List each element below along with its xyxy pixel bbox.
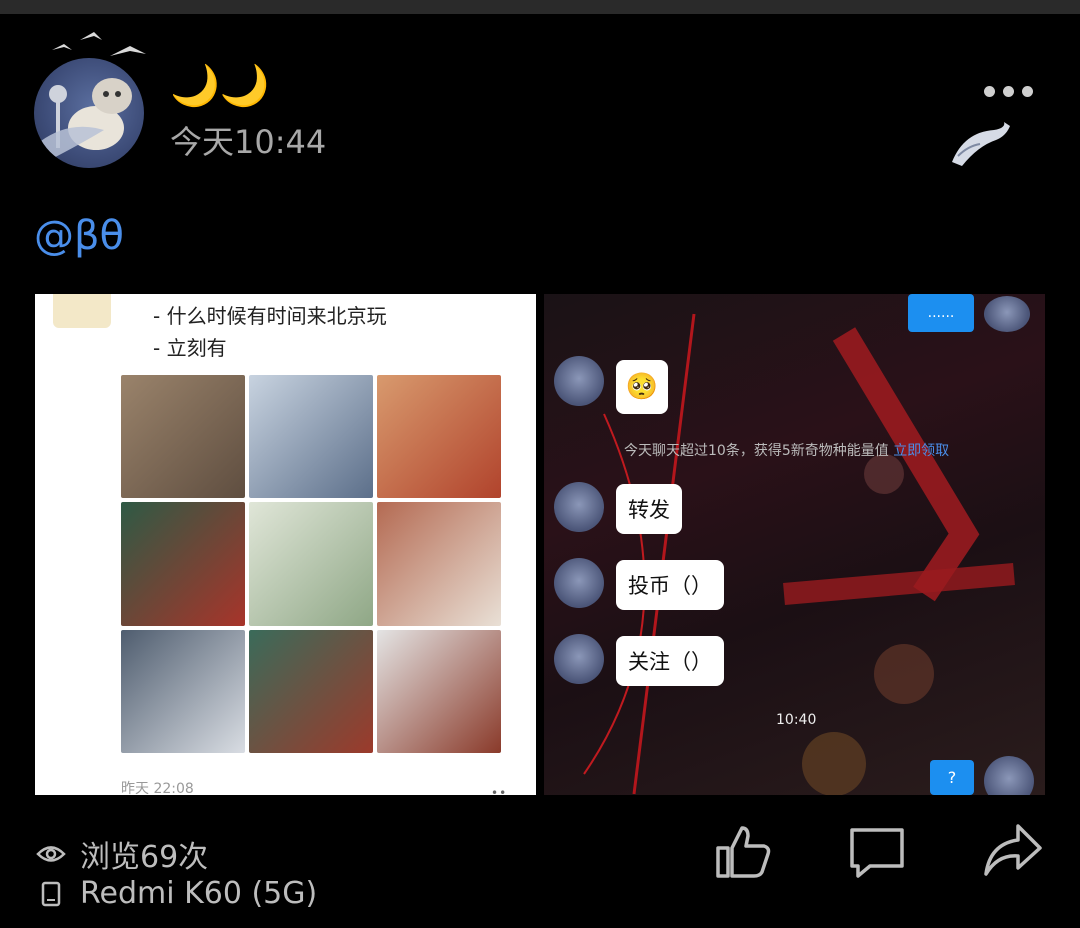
chat-line-1: - 什么时候有时间来北京玩 xyxy=(153,304,387,328)
device-text: Redmi K60 (5G) xyxy=(80,876,318,911)
emoji-bubble[interactable]: 🥺 xyxy=(616,360,668,414)
more-dots-icon: •• xyxy=(491,786,508,795)
photo-1[interactable] xyxy=(121,375,245,499)
chat-avatar-2 xyxy=(554,482,604,532)
post-timestamp: 今天10:44 xyxy=(170,123,327,161)
more-icon[interactable] xyxy=(984,80,1044,102)
photo-3[interactable] xyxy=(377,375,501,499)
coin-bubble[interactable]: 投币（） xyxy=(616,560,724,610)
photo-grid xyxy=(121,375,501,753)
eye-icon xyxy=(36,839,66,869)
comment-icon[interactable] xyxy=(846,820,908,882)
phone-icon xyxy=(36,879,66,909)
chat-avatar-1 xyxy=(554,356,604,406)
mention-link[interactable]: @βθ xyxy=(34,210,124,262)
photo-9[interactable] xyxy=(377,629,501,753)
forward-bubble[interactable]: 转发 xyxy=(616,484,682,534)
view-count-text: 浏览69次 xyxy=(80,840,209,875)
follow-bubble[interactable]: 关注（） xyxy=(616,636,724,686)
photo-4[interactable] xyxy=(121,502,245,626)
photo-7[interactable] xyxy=(121,629,245,753)
photo-5[interactable] xyxy=(249,502,373,626)
image-right[interactable]: ...... 🥺 今天聊天超过10条，获得5新奇物种能量值 立即领取 转发 投币… xyxy=(544,294,1045,795)
chat-timestamp: 昨天 22:08 xyxy=(121,781,194,795)
share-icon[interactable] xyxy=(982,820,1044,882)
question-button[interactable]: ? xyxy=(930,760,974,795)
photo-6[interactable] xyxy=(377,502,501,626)
device-info: Redmi K60 (5G) xyxy=(36,876,317,911)
photo-8[interactable] xyxy=(249,629,373,753)
self-avatar-top xyxy=(984,296,1030,332)
chat-avatar-3 xyxy=(554,558,604,608)
system-note: 今天聊天超过10条，获得5新奇物种能量值 立即领取 xyxy=(624,440,949,460)
like-icon[interactable] xyxy=(712,820,774,882)
username[interactable]: 🌙🌙 xyxy=(170,62,270,110)
status-bar xyxy=(0,0,1080,14)
view-count: 浏览69次 xyxy=(36,832,208,876)
chat-avatar-4 xyxy=(554,634,604,684)
top-more-button[interactable]: ...... xyxy=(908,294,974,332)
claim-link[interactable]: 立即领取 xyxy=(893,443,949,459)
chat-time: 10:40 xyxy=(776,712,817,728)
system-note-text: 今天聊天超过10条，获得5新奇物种能量值 xyxy=(624,443,889,459)
sender-avatar xyxy=(53,294,111,328)
bird-icon xyxy=(52,32,146,56)
photo-2[interactable] xyxy=(249,375,373,499)
chat-line-2: - 立刻有 xyxy=(153,336,227,360)
image-left[interactable]: - 什么时候有时间来北京玩 - 立刻有 昨天 22:08 •• xyxy=(35,294,536,795)
whale-icon xyxy=(952,122,1010,166)
